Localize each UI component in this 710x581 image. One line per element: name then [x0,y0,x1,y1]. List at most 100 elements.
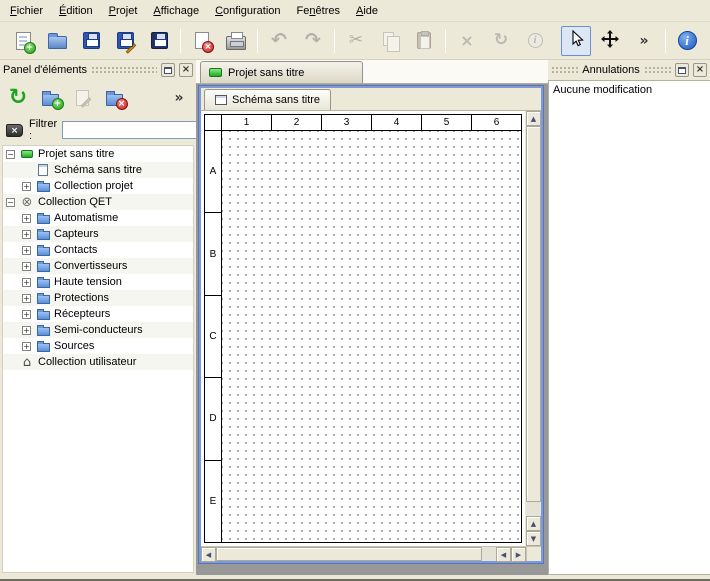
edit-element-button[interactable] [68,84,96,112]
tree-item-schema-sans-titre[interactable]: Schéma sans titre [3,162,193,178]
paste-button[interactable] [409,26,439,56]
delete-button[interactable]: × [452,26,482,56]
tree-item-protections[interactable]: +Protections [3,290,193,306]
close-badge-icon: × [202,41,214,53]
dock-handle-texture[interactable] [551,66,578,75]
diagram-body: 123456 ABCDE ▲ [201,111,541,546]
pencil-icon [80,97,91,108]
horizontal-scrollbar[interactable]: ◀ ◀ ▶ [201,547,526,561]
tree-item-capteurs[interactable]: +Capteurs [3,226,193,242]
tree-item-contacts[interactable]: +Contacts [3,242,193,258]
tree-item-convertisseurs[interactable]: +Convertisseurs [3,258,193,274]
tree-expander-plus[interactable]: + [22,310,31,319]
close-panel-button[interactable]: × [179,63,193,77]
tree-item-collection-utilisateur[interactable]: ⌂Collection utilisateur [3,354,193,370]
save-as-button[interactable] [110,26,140,56]
tab-schema-sans-titre[interactable]: Schéma sans titre [204,89,331,110]
scroll-down-button[interactable]: ▼ [526,531,541,546]
grid-area[interactable] [222,131,521,542]
cut-button[interactable]: ✂ [341,26,371,56]
close-panel-button[interactable]: × [693,63,707,77]
tree-item-haute-tension[interactable]: +Haute tension [3,274,193,290]
menu-fichier[interactable]: Fichier [2,0,51,21]
undo-button[interactable]: ↶ [264,26,294,56]
dock-handle-texture[interactable] [91,66,157,75]
new-element-button[interactable]: + [36,84,64,112]
tree-item-collection-projet[interactable]: +Collection projet [3,178,193,194]
tree-expander-plus[interactable]: + [22,182,31,191]
save-all-button[interactable] [144,26,174,56]
tree-item-label: Semi-conducteurs [54,324,147,336]
float-panel-button[interactable] [161,63,175,77]
edit-element-icon [76,90,89,106]
new-project-button[interactable]: + [8,26,38,56]
vertical-scrollbar-thumb[interactable] [526,126,541,502]
tree-expander-minus[interactable]: − [6,198,15,207]
tree-item-recepteurs[interactable]: +Récepteurs [3,306,193,322]
tree-expander-plus[interactable]: + [22,342,31,351]
info-icon: i [528,33,543,48]
diagram-viewport[interactable]: 123456 ABCDE [201,111,525,546]
folder-icon [35,323,51,337]
elements-panel: Panel d'éléments × ↻ + × [0,60,196,575]
toolbar-overflow-button[interactable]: » [629,26,659,56]
tab-projet-sans-titre[interactable]: Projet sans titre [200,61,363,83]
reload-collections-button[interactable]: ↻ [4,84,32,112]
move-mode-button[interactable] [595,26,625,56]
delete-folder-icon: × [106,94,123,106]
tree-item-automatisme[interactable]: +Automatisme [3,210,193,226]
horizontal-scrollbar-thumb[interactable] [216,547,482,561]
vertical-scrollbar[interactable]: ▲ ▲ ▼ [526,111,541,546]
undo-history-list[interactable]: Aucune modification [548,80,710,575]
tree-expander-plus[interactable]: + [22,214,31,223]
menu-fenetres[interactable]: Fenêtres [289,0,348,21]
toolbar-separator [445,29,446,53]
tree-item-sources[interactable]: +Sources [3,338,193,354]
scroll-right-button[interactable]: ▶ [511,547,526,562]
about-info-button[interactable]: i [672,26,702,56]
horizontal-scrollbar-track[interactable] [482,547,496,561]
scroll-left-button[interactable]: ◀ [201,547,216,562]
print-button[interactable] [221,26,251,56]
menu-affichage[interactable]: Affichage [145,0,207,21]
tree-expander-plus[interactable]: + [22,262,31,271]
scroll-left-button-right[interactable]: ◀ [496,547,511,562]
tree-item-collection-qet[interactable]: −⊗Collection QET [3,194,193,210]
left-ruler: ABCDE [205,131,222,542]
menu-edition[interactable]: Édition [51,0,101,21]
scroll-up-button[interactable]: ▲ [526,111,541,126]
tree-expander-plus[interactable]: + [22,278,31,287]
scroll-up-button-bottom[interactable]: ▲ [526,516,541,531]
tree-expander-plus[interactable]: + [22,246,31,255]
project-tab-label: Projet sans titre [228,67,304,79]
dock-handle-texture[interactable] [644,66,671,75]
open-button[interactable] [42,26,72,56]
main-toolbar: + × ↶ ↷ ✂ [0,22,710,60]
copy-button[interactable] [375,26,405,56]
menu-configuration[interactable]: Configuration [207,0,288,21]
close-file-button[interactable]: × [187,26,217,56]
clear-filter-button[interactable]: × [5,120,24,140]
element-tree[interactable]: − Projet sans titre Schéma sans titre+Coll… [2,145,194,573]
float-panel-button[interactable] [675,63,689,77]
rotate-button[interactable]: ↻ [486,26,516,56]
tree-item-projet-sans-titre[interactable]: − Projet sans titre [3,146,193,162]
filter-input[interactable] [62,121,212,139]
select-mode-button[interactable] [561,26,591,56]
folder-shape [37,343,50,352]
save-button[interactable] [76,26,106,56]
delete-element-button[interactable]: × [100,84,128,112]
redo-button[interactable]: ↷ [298,26,328,56]
panel-overflow-button[interactable]: » [170,84,188,112]
menu-aide[interactable]: Aide [348,0,386,21]
tree-expander-plus[interactable]: + [22,230,31,239]
tree-item-label: Projet sans titre [38,148,118,160]
tree-expander-plus[interactable]: + [22,294,31,303]
vertical-scrollbar-track[interactable] [526,502,541,516]
tree-item-semi-conducteurs[interactable]: + Semi-conducteurs [3,322,193,338]
conductor-info-button[interactable]: i [520,26,550,56]
project-tab-bar: Projet sans titre [196,60,548,84]
menu-projet[interactable]: Projet [101,0,146,21]
tree-expander-plus[interactable]: + [22,326,31,335]
tree-expander-minus[interactable]: − [6,150,15,159]
